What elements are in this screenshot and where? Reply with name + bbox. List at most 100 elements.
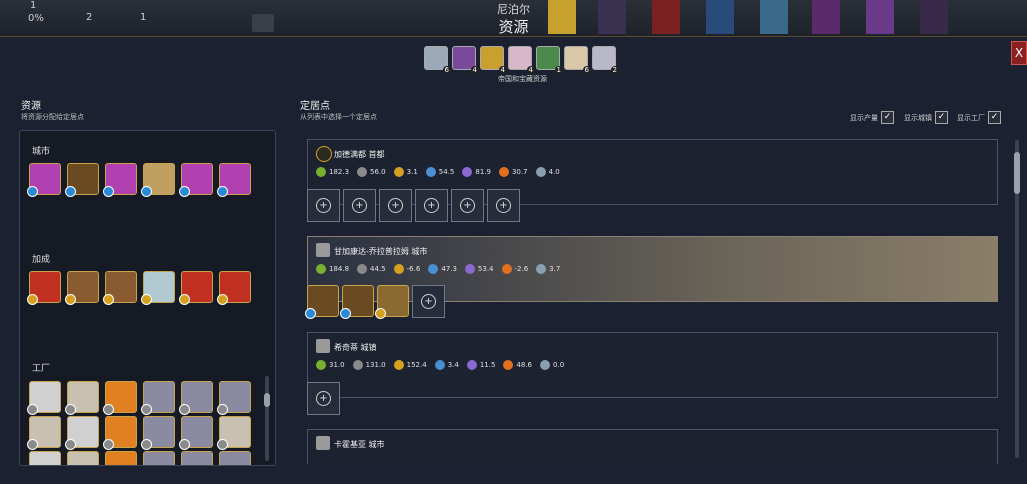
silk-icon[interactable] xyxy=(27,163,61,197)
red-spice-icon[interactable] xyxy=(27,271,61,305)
tea-icon[interactable] xyxy=(27,416,61,450)
resource-type-dot xyxy=(305,308,316,319)
stat-value: 3.7 xyxy=(549,265,561,273)
settlements-title: 定居点 xyxy=(300,101,330,112)
tea-icon[interactable] xyxy=(67,451,99,465)
settlement-card[interactable]: 卡霍基亚 城市 xyxy=(307,429,998,464)
show-factories-toggle[interactable]: 显示工厂 ✓ xyxy=(957,111,1001,124)
jade-icon[interactable]: 1 xyxy=(536,46,563,74)
add-resource-slot[interactable]: + xyxy=(343,189,376,222)
silk-icon[interactable] xyxy=(103,163,137,197)
orange-icon[interactable] xyxy=(103,416,137,450)
settlement-stat: 0.0 xyxy=(540,360,564,370)
settlement-stat: -6.6 xyxy=(393,264,421,274)
resource-type-dot xyxy=(27,186,38,197)
spice-icon[interactable] xyxy=(375,285,409,319)
show-towns-toggle[interactable]: 显示城镇 ✓ xyxy=(904,111,948,124)
ivory-icon[interactable]: 6 xyxy=(564,46,591,74)
silk-icon[interactable] xyxy=(217,163,251,197)
stat-value: 3.1 xyxy=(406,168,418,176)
settlement-slots: + xyxy=(307,382,340,415)
show-factories-checkbox[interactable]: ✓ xyxy=(988,111,1001,124)
resource-type-dot xyxy=(179,404,190,415)
gold-icon xyxy=(393,167,404,177)
flowers-icon[interactable] xyxy=(179,416,213,450)
stat-value: 0.0 xyxy=(553,361,565,369)
flowers-icon[interactable] xyxy=(141,416,175,450)
settlement-name: 希奇蒂 城镇 xyxy=(334,343,377,352)
add-resource-slot[interactable]: + xyxy=(307,382,340,415)
settlement-stat: 44.5 xyxy=(357,264,386,274)
flowers-icon[interactable] xyxy=(217,381,251,415)
resource-type-dot xyxy=(141,439,152,450)
culture-icon xyxy=(462,167,473,177)
left-scrollbar-thumb[interactable] xyxy=(264,393,270,407)
plus-icon: + xyxy=(388,198,403,213)
show-towns-checkbox[interactable]: ✓ xyxy=(935,111,948,124)
add-resource-slot[interactable]: + xyxy=(379,189,412,222)
page-title: 资源 xyxy=(498,18,529,36)
tea-icon[interactable] xyxy=(65,381,99,415)
cotton-icon[interactable] xyxy=(65,416,99,450)
gold-bars-icon[interactable]: 4 xyxy=(480,46,507,74)
science-icon xyxy=(434,360,445,370)
flowers-icon[interactable] xyxy=(179,381,213,415)
silk-icon[interactable] xyxy=(179,163,213,197)
stat-value: 53.4 xyxy=(477,265,494,273)
orange-icon[interactable] xyxy=(105,451,137,465)
red-spice-icon[interactable] xyxy=(179,271,213,305)
resource-type-dot xyxy=(103,439,114,450)
bonus-resource-row xyxy=(27,271,251,305)
add-resource-slot[interactable]: + xyxy=(487,189,520,222)
close-button[interactable]: X xyxy=(1011,41,1027,65)
show-output-toggle[interactable]: 显示产量 ✓ xyxy=(850,111,894,124)
group-label-city: 城市 xyxy=(32,147,51,157)
left-scrollbar[interactable] xyxy=(265,376,269,461)
add-resource-slot[interactable]: + xyxy=(451,189,484,222)
red-spice-icon[interactable] xyxy=(217,271,251,305)
settlement-stats: 31.0 131.0 152.4 3.4 11.5 48.6 0.0 xyxy=(316,360,564,370)
settlement-stats: 184.8 44.5 -6.6 47.3 53.4 -2.6 3.7 xyxy=(316,264,560,274)
show-output-checkbox[interactable]: ✓ xyxy=(881,111,894,124)
influence-icon xyxy=(540,360,551,370)
cotton-icon[interactable] xyxy=(27,381,61,415)
horse-icon[interactable] xyxy=(65,271,99,305)
stat-value: 4.0 xyxy=(548,168,560,176)
salt-icon[interactable] xyxy=(141,271,175,305)
stat-value: 56.0 xyxy=(370,168,386,176)
orange-icon[interactable] xyxy=(103,381,137,415)
tobacco-pipe-icon[interactable] xyxy=(305,285,339,319)
add-resource-slot[interactable]: + xyxy=(412,285,445,318)
culture-icon xyxy=(464,264,475,274)
resources-title: 资源 xyxy=(21,101,41,112)
settlement-card[interactable]: 希奇蒂 城镇 31.0 131.0 152.4 3.4 11.5 48.6 0.0 xyxy=(307,332,998,398)
resource-type-dot xyxy=(217,186,228,197)
resource-count: 2 xyxy=(610,66,619,74)
stat-value: -6.6 xyxy=(406,265,421,273)
tobacco-pipe-icon[interactable] xyxy=(340,285,374,319)
settlement-stat: 184.8 xyxy=(316,264,349,274)
cotton-icon[interactable] xyxy=(29,451,61,465)
stat-value: 182.3 xyxy=(329,168,350,176)
culture-icon xyxy=(466,360,477,370)
flowers-icon[interactable] xyxy=(143,451,175,465)
add-resource-slot[interactable]: + xyxy=(415,189,448,222)
pearls-icon[interactable]: 4 xyxy=(508,46,535,74)
add-resource-slot[interactable]: + xyxy=(307,189,340,222)
right-scrollbar-thumb[interactable] xyxy=(1014,152,1020,194)
tobacco-pipe-icon[interactable] xyxy=(65,163,99,197)
spice-icon[interactable] xyxy=(141,163,175,197)
tea-icon[interactable] xyxy=(217,416,251,450)
silver-coin-icon[interactable]: 6 xyxy=(424,46,451,74)
flowers-icon[interactable] xyxy=(219,451,251,465)
resource-type-dot xyxy=(65,186,76,197)
flowers-icon[interactable] xyxy=(181,451,213,465)
flowers-icon[interactable] xyxy=(141,381,175,415)
purple-cloth-icon[interactable]: 4 xyxy=(452,46,479,74)
settlement-stat: 47.3 xyxy=(428,264,457,274)
silver-icon[interactable]: 2 xyxy=(592,46,619,74)
gold-icon xyxy=(393,264,404,274)
horse-icon[interactable] xyxy=(103,271,137,305)
settlement-stat: 56.0 xyxy=(357,167,386,177)
resource-count: 4 xyxy=(526,66,535,74)
